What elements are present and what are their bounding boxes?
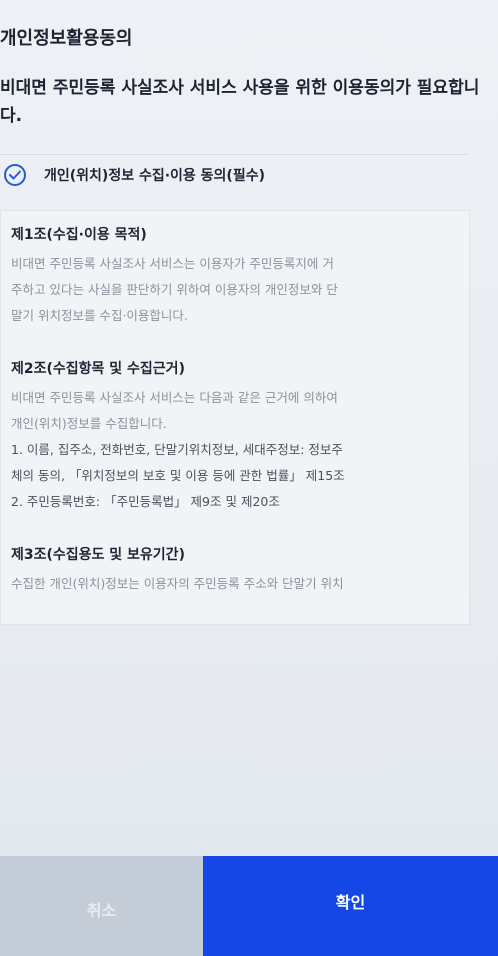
terms-article-2: 제2조(수집항목 및 수집근거) 비대면 주민등록 사실조사 서비스는 다음과 … bbox=[11, 359, 453, 515]
divider bbox=[0, 154, 468, 155]
consent-screen: 개인정보활용동의 비대면 주민등록 사실조사 서비스 사용을 위한 이용동의가 … bbox=[0, 0, 498, 956]
bottom-button-bar: 취소 확인 bbox=[0, 856, 498, 956]
terms-article-3: 제3조(수집용도 및 보유기간) 수집한 개인(위치)정보는 이용자의 주민등록… bbox=[11, 545, 453, 597]
article-items: 1. 이름, 집주소, 전화번호, 단말기위치정보, 세대주정보: 정보주 체의… bbox=[11, 437, 453, 515]
check-circle-icon[interactable] bbox=[4, 164, 26, 186]
article-line: 주하고 있다는 사실을 판단하기 위하여 이용자의 개인정보와 단 bbox=[11, 282, 338, 297]
article-body: 수집한 개인(위치)정보는 이용자의 주민등록 주소와 단말기 위치 bbox=[11, 571, 453, 597]
cancel-button[interactable]: 취소 bbox=[0, 856, 203, 956]
article-line: 수집한 개인(위치)정보는 이용자의 주민등록 주소와 단말기 위치 bbox=[11, 576, 344, 591]
page-title: 개인정보활용동의 bbox=[0, 28, 133, 49]
article-item: 체의 동의, 「위치정보의 보호 및 이용 등에 관한 법률」 제15조 bbox=[11, 468, 345, 483]
article-title: 제3조(수집용도 및 보유기간) bbox=[11, 547, 185, 563]
confirm-button[interactable]: 확인 bbox=[203, 856, 498, 956]
consent-label: 개인(위치)정보 수집·이용 동의(필수) bbox=[44, 168, 265, 184]
article-body: 비대면 주민등록 사실조사 서비스는 이용자가 주민등록지에 거 주하고 있다는… bbox=[11, 251, 453, 329]
terms-article-1: 제1조(수집·이용 목적) 비대면 주민등록 사실조사 서비스는 이용자가 주민… bbox=[11, 225, 453, 329]
page-description: 비대면 주민등록 사실조사 서비스 사용을 위한 이용동의가 필요합니다. bbox=[0, 78, 480, 126]
consent-checkbox-row[interactable]: 개인(위치)정보 수집·이용 동의(필수) bbox=[4, 160, 265, 190]
article-title: 제2조(수집항목 및 수집근거) bbox=[11, 361, 185, 377]
scroll-fade bbox=[1, 602, 469, 624]
article-line: 비대면 주민등록 사실조사 서비스는 다음과 같은 근거에 의하여 bbox=[11, 390, 338, 405]
article-title: 제1조(수집·이용 목적) bbox=[11, 227, 147, 243]
article-line: 말기 위치정보를 수집·이용합니다. bbox=[11, 308, 188, 323]
terms-scroll-box[interactable]: 제1조(수집·이용 목적) 비대면 주민등록 사실조사 서비스는 이용자가 주민… bbox=[0, 210, 470, 625]
article-line: 비대면 주민등록 사실조사 서비스는 이용자가 주민등록지에 거 bbox=[11, 256, 334, 271]
header: 개인정보활용동의 비대면 주민등록 사실조사 서비스 사용을 위한 이용동의가 … bbox=[0, 28, 480, 130]
article-item: 2. 주민등록번호: 「주민등록법」 제9조 및 제20조 bbox=[11, 494, 280, 509]
article-body: 비대면 주민등록 사실조사 서비스는 다음과 같은 근거에 의하여 개인(위치)… bbox=[11, 385, 453, 437]
article-line: 개인(위치)정보를 수집합니다. bbox=[11, 416, 167, 431]
article-item: 1. 이름, 집주소, 전화번호, 단말기위치정보, 세대주정보: 정보주 bbox=[11, 442, 343, 457]
